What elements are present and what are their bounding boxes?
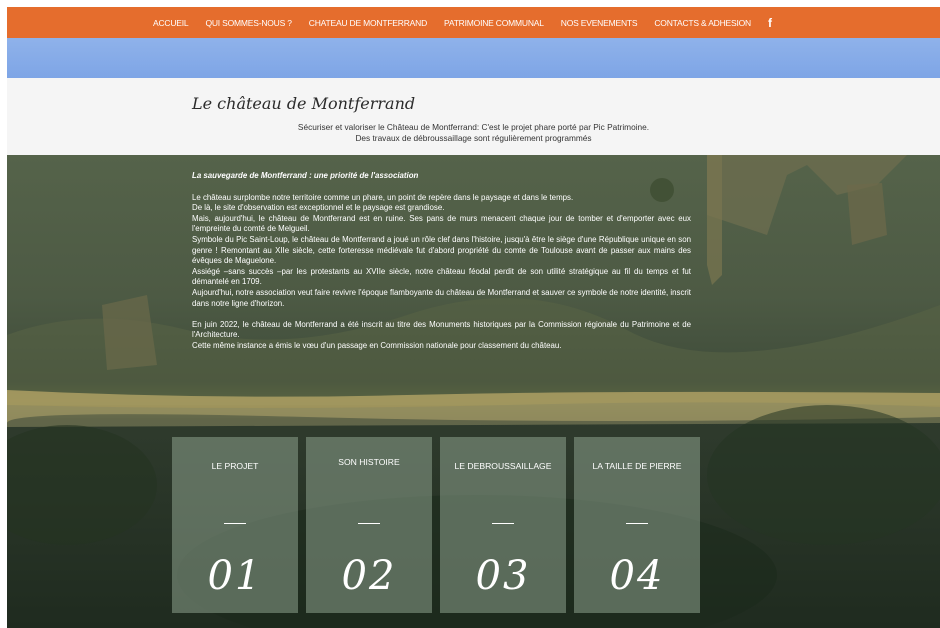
article-paragraph: Assiégé –sans succès –par les protestant… — [192, 266, 691, 287]
subtitle-line-1: Sécuriser et valoriser le Château de Mon… — [297, 122, 650, 132]
card-divider — [358, 523, 380, 524]
nav-item-contacts-adhesion[interactable]: CONTACTS & ADHESION — [654, 18, 751, 28]
card-label: LA TAILLE DE PIERRE — [592, 461, 682, 471]
card-le-projet[interactable]: LE PROJET 01 — [172, 437, 298, 613]
article-text: La sauvegarde de Montferrand : une prior… — [192, 171, 691, 352]
subtitle-line-2: Des travaux de débroussaillage sont régu… — [355, 133, 592, 143]
card-label: LE DEBROUSSAILLAGE — [454, 461, 552, 471]
nav-item-accueil[interactable]: ACCUEIL — [153, 18, 189, 28]
card-divider — [224, 523, 246, 524]
sky-banner-image — [7, 38, 940, 78]
card-la-taille-de-pierre[interactable]: LA TAILLE DE PIERRE 04 — [574, 437, 700, 613]
page-subtitle: Sécuriser et valoriser le Château de Mon… — [7, 122, 940, 144]
card-divider — [492, 523, 514, 524]
card-number: 02 — [341, 553, 397, 599]
nav-item-nos-evenements[interactable]: NOS EVENEMENTS — [561, 18, 638, 28]
title-section: Le château de Montferrand Sécuriser et v… — [7, 78, 940, 155]
card-son-histoire[interactable]: SON HISTOIRE 02 — [306, 437, 432, 613]
page-title: Le château de Montferrand — [192, 94, 416, 113]
top-navigation-bar: ACCUEIL QUI SOMMES-NOUS ? CHATEAU DE MON… — [7, 7, 940, 38]
card-le-debroussaillage[interactable]: LE DEBROUSSAILLAGE 03 — [440, 437, 566, 613]
article-lead: La sauvegarde de Montferrand : une prior… — [192, 171, 419, 180]
card-number: 01 — [207, 553, 263, 599]
castle-background-image: La sauvegarde de Montferrand : une prior… — [7, 155, 940, 628]
article-paragraph: Symbole du Pic Saint-Loup, le château de… — [192, 234, 691, 266]
article-paragraph: Cette même instance a émis le vœu d'un p… — [192, 340, 562, 350]
nav-item-chateau-de-montferrand[interactable]: CHATEAU DE MONTFERRAND — [309, 18, 427, 28]
article-paragraph: Mais, aujourd'hui, le château de Montfer… — [192, 213, 691, 234]
nav-item-patrimoine-communal[interactable]: PATRIMOINE COMMUNAL — [444, 18, 544, 28]
card-number: 04 — [609, 553, 665, 599]
nav-menu: ACCUEIL QUI SOMMES-NOUS ? CHATEAU DE MON… — [153, 16, 772, 30]
article-paragraph: En juin 2022, le château de Montferrand … — [192, 319, 691, 340]
card-divider — [626, 523, 648, 524]
nav-item-qui-sommes-nous[interactable]: QUI SOMMES-NOUS ? — [205, 18, 292, 28]
article-paragraph: Le château surplombe notre territoire co… — [192, 192, 574, 202]
card-label: SON HISTOIRE — [338, 457, 400, 467]
article-paragraph: De là, le site d'observation est excepti… — [192, 203, 445, 213]
facebook-icon[interactable]: f — [768, 16, 772, 30]
card-label: LE PROJET — [211, 461, 259, 471]
card-number: 03 — [475, 553, 531, 599]
article-paragraph: Aujourd'hui, notre association veut fair… — [192, 287, 691, 308]
